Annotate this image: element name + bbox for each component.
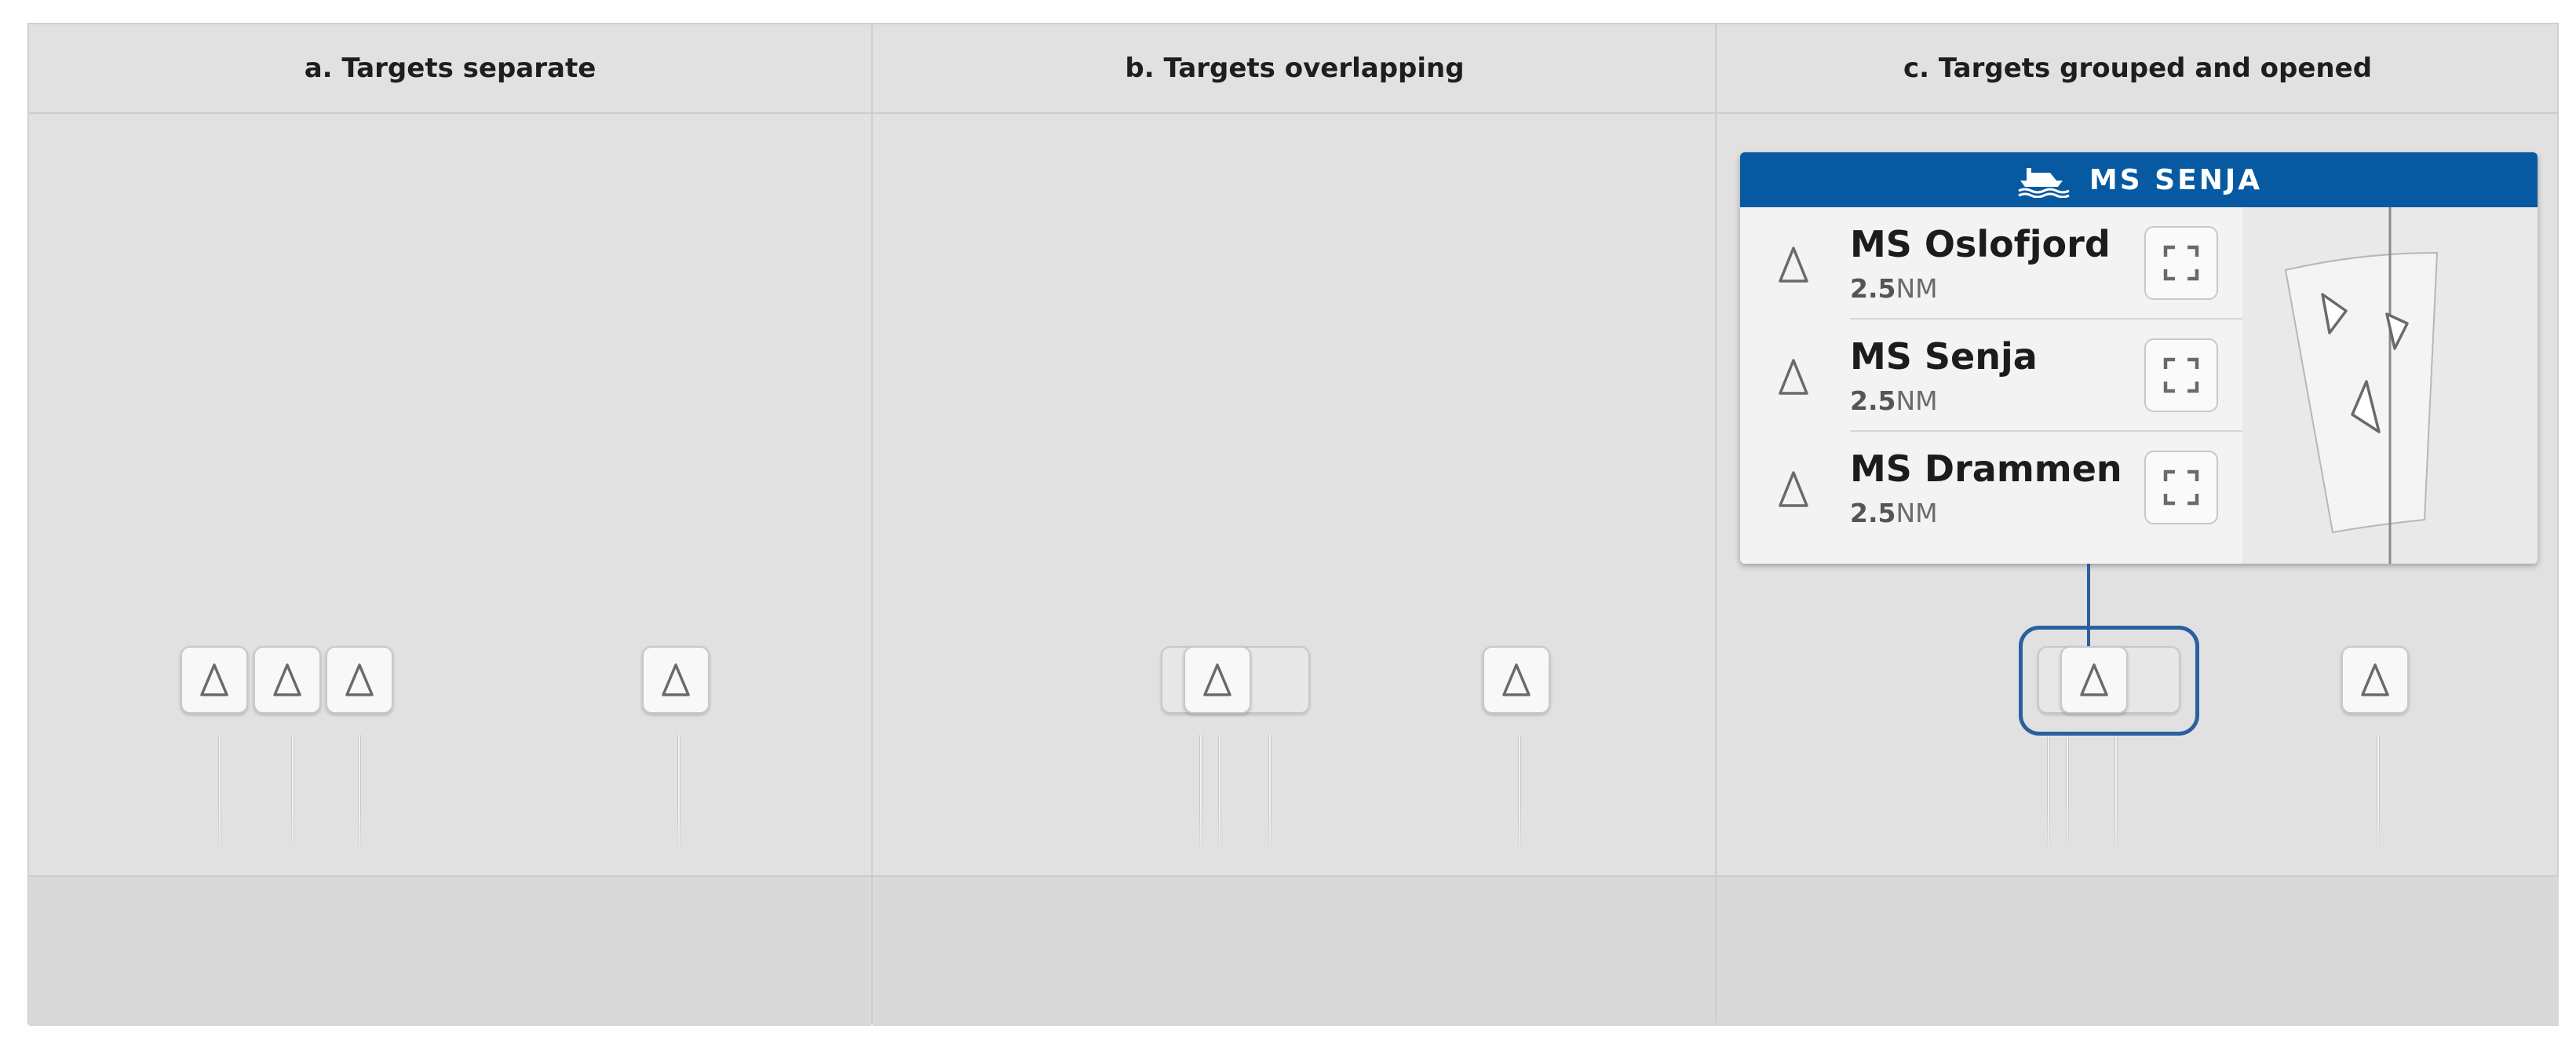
target-button[interactable] <box>181 646 248 714</box>
target-stem <box>2045 735 2052 857</box>
radar-sector-icon <box>2284 207 2439 564</box>
target-distance: 2.5NM <box>1850 385 1938 416</box>
target-triangle-icon <box>2361 663 2389 696</box>
target-stem <box>2113 735 2119 857</box>
target-button[interactable] <box>326 646 393 714</box>
target-distance: 2.5NM <box>1850 273 1938 304</box>
panel-footer <box>873 875 1717 1026</box>
target-triangle-icon <box>1502 663 1531 696</box>
target-triangle-icon <box>1779 471 1808 507</box>
popup-header: MS SENJA <box>1740 152 2538 207</box>
target-distance: 2.5NM <box>1850 498 1938 528</box>
popup-title: MS SENJA <box>2089 163 2263 196</box>
target-stem <box>217 735 223 857</box>
focus-target-button[interactable] <box>2144 451 2218 524</box>
target-stem <box>1516 735 1523 857</box>
target-stem <box>356 735 363 857</box>
panel-footer <box>29 875 871 1026</box>
target-triangle-icon <box>200 663 228 696</box>
target-button[interactable] <box>1483 646 1550 714</box>
figure-frame: a. Targets separate b. Targets overlappi… <box>27 23 2559 1026</box>
focus-frame-icon <box>2163 245 2199 281</box>
target-list-item[interactable]: MS Oslofjord 2.5NM <box>1740 207 2242 319</box>
target-button[interactable] <box>2341 646 2409 714</box>
radar-preview <box>2242 207 2538 564</box>
panel-targets-separate: a. Targets separate <box>29 24 871 1026</box>
target-button[interactable] <box>254 646 321 714</box>
target-stem <box>2064 735 2071 857</box>
target-stem <box>1267 735 1273 857</box>
target-stem <box>1217 735 1223 857</box>
target-triangle-icon <box>273 663 301 696</box>
target-name: MS Senja <box>1850 335 2038 378</box>
target-list-item[interactable]: MS Senja 2.5NM <box>1740 320 2242 431</box>
target-stem <box>2375 735 2381 857</box>
target-triangle-icon <box>345 663 374 696</box>
focus-frame-icon <box>2163 357 2199 393</box>
focus-target-button[interactable] <box>2144 338 2218 412</box>
target-stem <box>290 735 296 857</box>
panel-title: c. Targets grouped and opened <box>1717 24 2559 114</box>
panel-title: b. Targets overlapping <box>873 24 1717 114</box>
target-triangle-icon <box>2080 663 2108 696</box>
panel-title: a. Targets separate <box>29 24 871 114</box>
target-button[interactable] <box>2060 646 2128 714</box>
target-button[interactable] <box>1184 646 1251 714</box>
panel-footer <box>1717 875 2559 1026</box>
panel-targets-overlapping: b. Targets overlapping <box>871 24 1717 1026</box>
target-triangle-icon <box>662 663 690 696</box>
panel-targets-grouped: c. Targets grouped and opened MS SENJA M… <box>1715 24 2559 1026</box>
ship-icon <box>2018 168 2070 198</box>
focus-frame-icon <box>2163 469 2199 506</box>
target-triangle-icon <box>1203 663 1231 696</box>
target-list-item[interactable]: MS Drammen 2.5NM <box>1740 432 2242 543</box>
focus-target-button[interactable] <box>2144 226 2218 300</box>
target-button[interactable] <box>642 646 710 714</box>
target-name: MS Drammen <box>1850 447 2122 490</box>
target-stem <box>676 735 682 857</box>
target-stem <box>1198 735 1204 857</box>
target-triangle-icon <box>1779 247 1808 283</box>
target-triangle-icon <box>1779 359 1808 395</box>
target-name: MS Oslofjord <box>1850 223 2111 265</box>
target-group-popup: MS SENJA MS Oslofjord 2.5NM MS Senja 2.5… <box>1740 152 2538 564</box>
